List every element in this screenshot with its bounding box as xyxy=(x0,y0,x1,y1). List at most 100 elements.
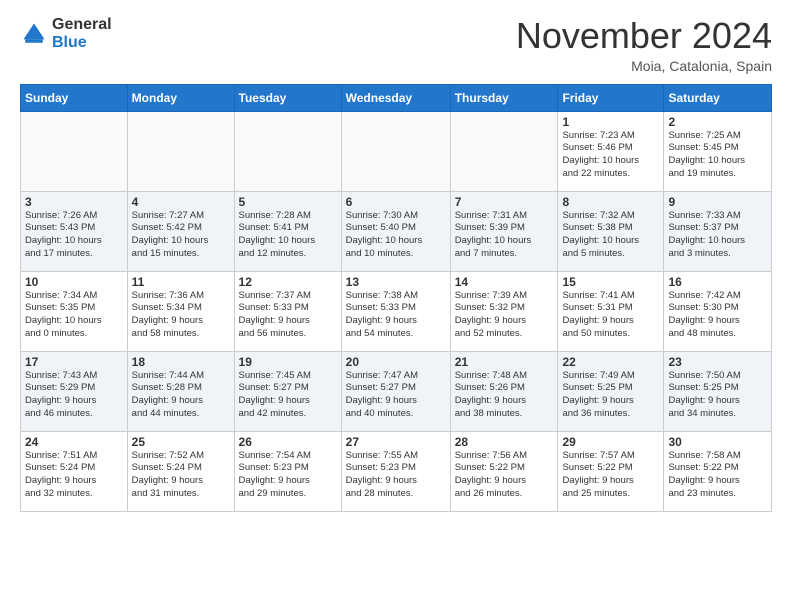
calendar-day-cell: 25Sunrise: 7:52 AM Sunset: 5:24 PM Dayli… xyxy=(127,431,234,511)
day-info: Sunrise: 7:51 AM Sunset: 5:24 PM Dayligh… xyxy=(25,450,123,501)
page: General Blue November 2024 Moia, Catalon… xyxy=(0,0,792,612)
calendar-day-cell: 17Sunrise: 7:43 AM Sunset: 5:29 PM Dayli… xyxy=(21,351,128,431)
calendar-day-cell: 13Sunrise: 7:38 AM Sunset: 5:33 PM Dayli… xyxy=(341,271,450,351)
calendar-day-cell: 16Sunrise: 7:42 AM Sunset: 5:30 PM Dayli… xyxy=(664,271,772,351)
day-info: Sunrise: 7:30 AM Sunset: 5:40 PM Dayligh… xyxy=(346,210,446,261)
day-info: Sunrise: 7:39 AM Sunset: 5:32 PM Dayligh… xyxy=(455,290,554,341)
day-number: 13 xyxy=(346,275,446,289)
calendar-day-cell: 4Sunrise: 7:27 AM Sunset: 5:42 PM Daylig… xyxy=(127,191,234,271)
day-info: Sunrise: 7:54 AM Sunset: 5:23 PM Dayligh… xyxy=(239,450,337,501)
calendar-header-tuesday: Tuesday xyxy=(234,84,341,111)
day-number: 24 xyxy=(25,435,123,449)
calendar-day-cell: 7Sunrise: 7:31 AM Sunset: 5:39 PM Daylig… xyxy=(450,191,558,271)
day-info: Sunrise: 7:23 AM Sunset: 5:46 PM Dayligh… xyxy=(562,130,659,181)
day-info: Sunrise: 7:28 AM Sunset: 5:41 PM Dayligh… xyxy=(239,210,337,261)
day-number: 1 xyxy=(562,115,659,129)
calendar-day-cell: 28Sunrise: 7:56 AM Sunset: 5:22 PM Dayli… xyxy=(450,431,558,511)
day-info: Sunrise: 7:47 AM Sunset: 5:27 PM Dayligh… xyxy=(346,370,446,421)
logo-text: General Blue xyxy=(52,16,112,51)
logo-blue: Blue xyxy=(52,34,112,52)
calendar-day-cell: 2Sunrise: 7:25 AM Sunset: 5:45 PM Daylig… xyxy=(664,111,772,191)
calendar-week-row: 1Sunrise: 7:23 AM Sunset: 5:46 PM Daylig… xyxy=(21,111,772,191)
calendar-day-cell: 18Sunrise: 7:44 AM Sunset: 5:28 PM Dayli… xyxy=(127,351,234,431)
day-info: Sunrise: 7:31 AM Sunset: 5:39 PM Dayligh… xyxy=(455,210,554,261)
day-number: 28 xyxy=(455,435,554,449)
day-number: 27 xyxy=(346,435,446,449)
day-info: Sunrise: 7:32 AM Sunset: 5:38 PM Dayligh… xyxy=(562,210,659,261)
day-number: 9 xyxy=(668,195,767,209)
day-info: Sunrise: 7:34 AM Sunset: 5:35 PM Dayligh… xyxy=(25,290,123,341)
calendar-header-monday: Monday xyxy=(127,84,234,111)
calendar-table: SundayMondayTuesdayWednesdayThursdayFrid… xyxy=(20,84,772,512)
calendar-day-cell: 29Sunrise: 7:57 AM Sunset: 5:22 PM Dayli… xyxy=(558,431,664,511)
day-number: 22 xyxy=(562,355,659,369)
day-info: Sunrise: 7:25 AM Sunset: 5:45 PM Dayligh… xyxy=(668,130,767,181)
calendar-day-cell: 6Sunrise: 7:30 AM Sunset: 5:40 PM Daylig… xyxy=(341,191,450,271)
day-info: Sunrise: 7:26 AM Sunset: 5:43 PM Dayligh… xyxy=(25,210,123,261)
day-info: Sunrise: 7:50 AM Sunset: 5:25 PM Dayligh… xyxy=(668,370,767,421)
calendar-day-cell: 30Sunrise: 7:58 AM Sunset: 5:22 PM Dayli… xyxy=(664,431,772,511)
day-info: Sunrise: 7:45 AM Sunset: 5:27 PM Dayligh… xyxy=(239,370,337,421)
calendar-week-row: 24Sunrise: 7:51 AM Sunset: 5:24 PM Dayli… xyxy=(21,431,772,511)
day-number: 26 xyxy=(239,435,337,449)
calendar-header-sunday: Sunday xyxy=(21,84,128,111)
calendar-day-cell: 9Sunrise: 7:33 AM Sunset: 5:37 PM Daylig… xyxy=(664,191,772,271)
day-number: 12 xyxy=(239,275,337,289)
calendar-header-row: SundayMondayTuesdayWednesdayThursdayFrid… xyxy=(21,84,772,111)
calendar-day-cell: 1Sunrise: 7:23 AM Sunset: 5:46 PM Daylig… xyxy=(558,111,664,191)
calendar-day-cell xyxy=(127,111,234,191)
location: Moia, Catalonia, Spain xyxy=(516,58,772,74)
day-number: 29 xyxy=(562,435,659,449)
day-number: 17 xyxy=(25,355,123,369)
calendar-header-wednesday: Wednesday xyxy=(341,84,450,111)
day-number: 18 xyxy=(132,355,230,369)
calendar-day-cell xyxy=(450,111,558,191)
day-info: Sunrise: 7:48 AM Sunset: 5:26 PM Dayligh… xyxy=(455,370,554,421)
title-block: November 2024 Moia, Catalonia, Spain xyxy=(516,16,772,74)
day-info: Sunrise: 7:52 AM Sunset: 5:24 PM Dayligh… xyxy=(132,450,230,501)
day-number: 4 xyxy=(132,195,230,209)
day-number: 19 xyxy=(239,355,337,369)
calendar-day-cell: 3Sunrise: 7:26 AM Sunset: 5:43 PM Daylig… xyxy=(21,191,128,271)
day-info: Sunrise: 7:41 AM Sunset: 5:31 PM Dayligh… xyxy=(562,290,659,341)
day-number: 2 xyxy=(668,115,767,129)
calendar-day-cell xyxy=(21,111,128,191)
calendar-day-cell: 11Sunrise: 7:36 AM Sunset: 5:34 PM Dayli… xyxy=(127,271,234,351)
day-number: 25 xyxy=(132,435,230,449)
calendar-day-cell: 15Sunrise: 7:41 AM Sunset: 5:31 PM Dayli… xyxy=(558,271,664,351)
day-number: 5 xyxy=(239,195,337,209)
day-info: Sunrise: 7:56 AM Sunset: 5:22 PM Dayligh… xyxy=(455,450,554,501)
header: General Blue November 2024 Moia, Catalon… xyxy=(20,16,772,74)
month-title: November 2024 xyxy=(516,16,772,56)
calendar-day-cell: 12Sunrise: 7:37 AM Sunset: 5:33 PM Dayli… xyxy=(234,271,341,351)
calendar-header-friday: Friday xyxy=(558,84,664,111)
day-number: 8 xyxy=(562,195,659,209)
calendar-header-thursday: Thursday xyxy=(450,84,558,111)
calendar-week-row: 3Sunrise: 7:26 AM Sunset: 5:43 PM Daylig… xyxy=(21,191,772,271)
calendar-week-row: 17Sunrise: 7:43 AM Sunset: 5:29 PM Dayli… xyxy=(21,351,772,431)
logo-general: General xyxy=(52,16,112,34)
calendar-day-cell: 10Sunrise: 7:34 AM Sunset: 5:35 PM Dayli… xyxy=(21,271,128,351)
calendar-day-cell: 20Sunrise: 7:47 AM Sunset: 5:27 PM Dayli… xyxy=(341,351,450,431)
calendar-header-saturday: Saturday xyxy=(664,84,772,111)
calendar-day-cell: 26Sunrise: 7:54 AM Sunset: 5:23 PM Dayli… xyxy=(234,431,341,511)
calendar-day-cell xyxy=(341,111,450,191)
day-info: Sunrise: 7:38 AM Sunset: 5:33 PM Dayligh… xyxy=(346,290,446,341)
calendar-day-cell: 8Sunrise: 7:32 AM Sunset: 5:38 PM Daylig… xyxy=(558,191,664,271)
day-number: 11 xyxy=(132,275,230,289)
calendar-day-cell: 22Sunrise: 7:49 AM Sunset: 5:25 PM Dayli… xyxy=(558,351,664,431)
day-info: Sunrise: 7:33 AM Sunset: 5:37 PM Dayligh… xyxy=(668,210,767,261)
day-info: Sunrise: 7:43 AM Sunset: 5:29 PM Dayligh… xyxy=(25,370,123,421)
day-info: Sunrise: 7:27 AM Sunset: 5:42 PM Dayligh… xyxy=(132,210,230,261)
day-number: 6 xyxy=(346,195,446,209)
day-number: 7 xyxy=(455,195,554,209)
logo: General Blue xyxy=(20,16,112,51)
day-number: 15 xyxy=(562,275,659,289)
day-info: Sunrise: 7:37 AM Sunset: 5:33 PM Dayligh… xyxy=(239,290,337,341)
day-info: Sunrise: 7:57 AM Sunset: 5:22 PM Dayligh… xyxy=(562,450,659,501)
calendar-day-cell: 23Sunrise: 7:50 AM Sunset: 5:25 PM Dayli… xyxy=(664,351,772,431)
calendar-day-cell: 19Sunrise: 7:45 AM Sunset: 5:27 PM Dayli… xyxy=(234,351,341,431)
calendar-day-cell: 5Sunrise: 7:28 AM Sunset: 5:41 PM Daylig… xyxy=(234,191,341,271)
logo-icon xyxy=(20,20,48,48)
day-info: Sunrise: 7:55 AM Sunset: 5:23 PM Dayligh… xyxy=(346,450,446,501)
